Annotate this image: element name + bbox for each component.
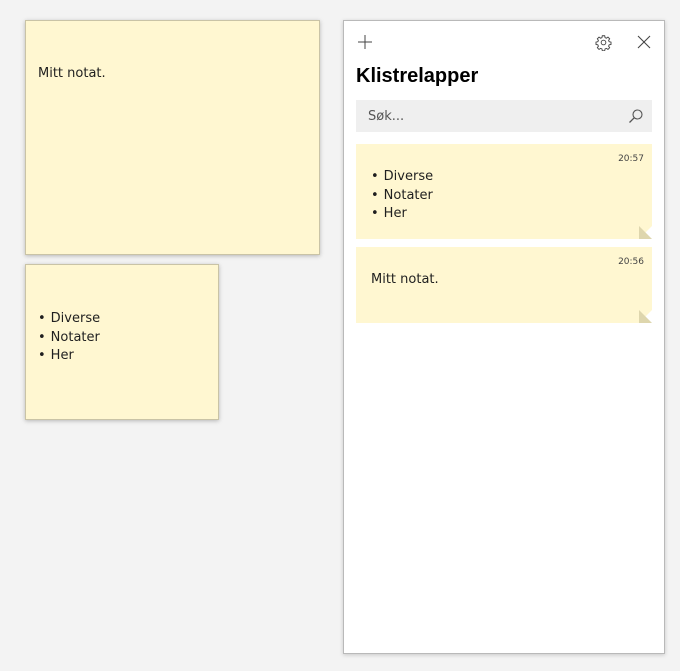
note-text: Mitt notat.: [371, 272, 439, 287]
new-note-button[interactable]: [352, 29, 378, 55]
close-button[interactable]: [631, 29, 657, 55]
sticky-notes-list-panel: Klistrelapper 20:57 Diverse Notater Her …: [343, 20, 665, 654]
settings-button[interactable]: [590, 29, 616, 55]
search-icon: [629, 109, 643, 123]
note-card[interactable]: 20:57 Diverse Notater Her: [356, 144, 652, 239]
page-fold-corner: [639, 226, 652, 239]
note-timestamp: 20:57: [618, 154, 644, 164]
bullet-item: Notater: [371, 187, 433, 206]
bullet-item: Her: [38, 347, 100, 366]
page-fold-corner: [639, 310, 652, 323]
bullet-item: Diverse: [371, 168, 433, 187]
panel-title: Klistrelapper: [356, 65, 479, 87]
note-text[interactable]: Mitt notat.: [38, 66, 106, 81]
bullet-item: Notater: [38, 329, 100, 348]
sticky-note-window[interactable]: Mitt notat.: [25, 20, 320, 255]
note-bullet-list[interactable]: Diverse Notater Her: [38, 310, 100, 366]
note-timestamp: 20:56: [618, 257, 644, 267]
sticky-note-window[interactable]: Diverse Notater Her: [25, 264, 219, 420]
plus-icon: [358, 35, 372, 49]
search-input[interactable]: [356, 100, 616, 132]
note-card[interactable]: 20:56 Mitt notat.: [356, 247, 652, 323]
close-icon: [637, 35, 651, 49]
desktop: Mitt notat. Diverse Notater Her: [0, 0, 680, 671]
gear-icon: [595, 34, 611, 51]
bullet-item: Her: [371, 205, 433, 224]
search-box[interactable]: [356, 100, 652, 132]
note-bullet-list: Diverse Notater Her: [371, 168, 433, 224]
search-button[interactable]: [628, 108, 644, 124]
bullet-item: Diverse: [38, 310, 100, 329]
